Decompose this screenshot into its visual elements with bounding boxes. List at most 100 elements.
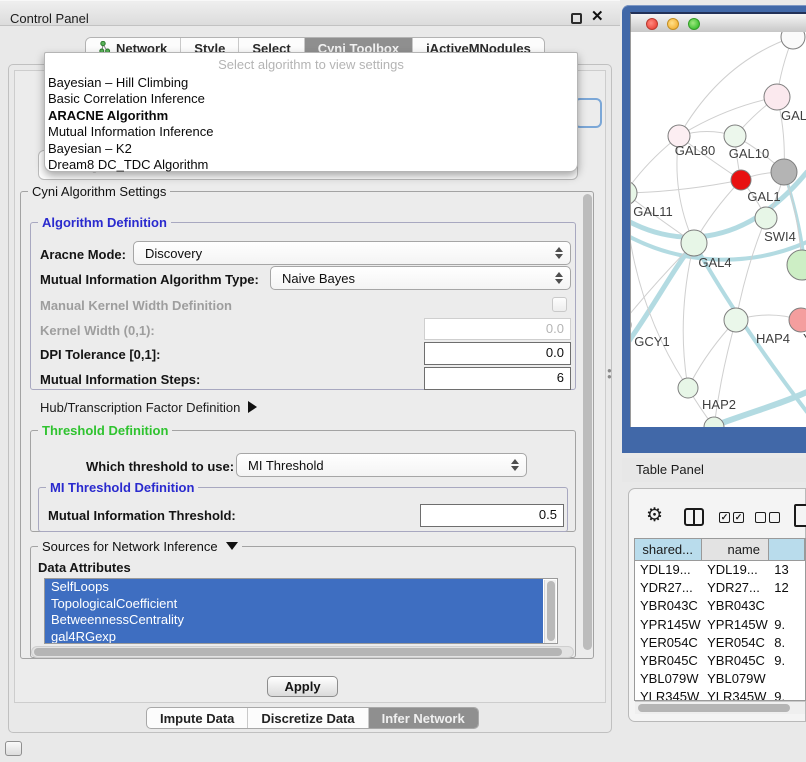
network-node[interactable]	[781, 32, 805, 49]
table-horizontal-scrollbar[interactable]	[635, 701, 805, 714]
table-row[interactable]: YDL19...YDL19...13	[635, 561, 805, 579]
close-panel-icon[interactable]: ✕	[591, 8, 604, 26]
column-header[interactable]	[769, 539, 805, 560]
apply-button[interactable]: Apply	[267, 676, 338, 697]
algorithm-option-list: Bayesian – Hill ClimbingBasic Correlatio…	[45, 75, 577, 173]
aracne-mode-select[interactable]: Discovery	[133, 241, 571, 265]
panel-divider-handle[interactable]: ●●	[607, 368, 613, 380]
network-node[interactable]	[755, 207, 777, 229]
network-node-label: HAP4	[756, 331, 790, 346]
table-row[interactable]: YER054CYER054C8.	[635, 634, 805, 652]
algorithm-option[interactable]: ARACNE Algorithm	[45, 108, 577, 124]
network-node-label: GAL4	[698, 255, 731, 270]
hub-section-toggle[interactable]: Hub/Transcription Factor Definition	[40, 400, 257, 415]
algorithm-option[interactable]: Bayesian – Hill Climbing	[45, 75, 577, 91]
cyni-algorithm-settings-title: Cyni Algorithm Settings	[28, 185, 170, 198]
manual-kernel-checkbox[interactable]	[552, 297, 567, 312]
data-attribute-item[interactable]: gal4RGexp	[45, 629, 543, 645]
table-cell: 9.	[769, 688, 805, 701]
network-node[interactable]	[724, 308, 748, 332]
network-node[interactable]	[789, 308, 806, 332]
hidden-combo-focus-ring	[574, 98, 602, 128]
table-cell: 9.	[769, 616, 805, 634]
table-row[interactable]: YLR345WYLR345W9.	[635, 688, 805, 701]
table-row[interactable]: YPR145WYPR145W9.	[635, 616, 805, 634]
tab-impute-data[interactable]: Impute Data	[147, 708, 248, 728]
table-row[interactable]: YBR045CYBR045C9.	[635, 652, 805, 670]
tab-infer-network[interactable]: Infer Network	[369, 708, 478, 728]
zoom-window-icon[interactable]	[688, 18, 700, 30]
algorithm-dropdown-popup: Select algorithm to view settings Bayesi…	[44, 52, 578, 172]
table-cell: YDL19...	[635, 561, 702, 579]
network-node[interactable]	[731, 170, 751, 190]
tab-discretize-data[interactable]: Discretize Data	[248, 708, 368, 728]
export-table-icon[interactable]	[794, 504, 806, 527]
close-window-icon[interactable]	[646, 18, 658, 30]
sources-hscrollbar-thumb[interactable]	[34, 648, 562, 656]
restore-panel-button[interactable]	[5, 741, 22, 756]
algorithm-option[interactable]: Bayesian – K2	[45, 141, 577, 157]
column-header[interactable]: shared...	[635, 539, 702, 560]
network-node[interactable]	[771, 159, 797, 185]
table-row[interactable]: YBR043CYBR043C	[635, 597, 805, 615]
table-cell: YDR27...	[702, 579, 769, 597]
network-node-label: GAL1	[747, 189, 780, 204]
network-node[interactable]	[787, 250, 806, 280]
settings-scrollbar[interactable]	[581, 193, 594, 657]
table-cell: YPR145W	[635, 616, 702, 634]
algorithm-option[interactable]: Mutual Information Inference	[45, 124, 577, 140]
attributes-scrollbar-thumb[interactable]	[547, 581, 555, 641]
collapsed-arrow-icon	[248, 401, 257, 413]
table-row[interactable]: YBL079WYBL079W	[635, 670, 805, 688]
table-header-row: shared...name	[635, 539, 805, 561]
checked-box-icon: ✓	[719, 512, 730, 523]
algorithm-option[interactable]: Dream8 DC_TDC Algorithm	[45, 157, 577, 173]
show-columns-icon[interactable]	[684, 508, 704, 526]
network-node-label: GAL	[781, 108, 806, 123]
mi-steps-field[interactable]: 6	[424, 367, 571, 390]
network-node-label: GAL11	[633, 204, 673, 219]
kernel-width-field[interactable]: 0.0	[424, 318, 571, 340]
network-node[interactable]	[724, 125, 746, 147]
attributes-scrollbar[interactable]	[544, 580, 556, 643]
table-cell: 8.	[769, 634, 805, 652]
settings-scrollbar-thumb[interactable]	[583, 194, 592, 650]
minimize-window-icon[interactable]	[667, 18, 679, 30]
algorithm-dropdown-placeholder: Select algorithm to view settings	[45, 57, 577, 72]
network-canvas[interactable]: GALGAL80GAL10GAL1SWI4GAL11GAL4GCY1HAP4YH…	[631, 32, 806, 427]
data-attributes-label: Data Attributes	[38, 560, 131, 575]
network-node-label: GAL10	[729, 146, 769, 161]
mi-threshold-group-title: MI Threshold Definition	[46, 481, 198, 494]
which-threshold-select[interactable]: MI Threshold	[236, 453, 527, 477]
sources-group-toggle[interactable]: Sources for Network Inference	[38, 540, 242, 553]
which-threshold-label: Which threshold to use:	[86, 459, 234, 474]
unchecked-box-icon	[769, 512, 780, 523]
select-all-columns-icon[interactable]: ✓✓	[719, 512, 744, 523]
table-hscrollbar-thumb[interactable]	[638, 704, 790, 712]
threshold-definition-title: Threshold Definition	[38, 424, 172, 437]
network-node[interactable]	[678, 378, 698, 398]
network-window-titlebar[interactable]	[630, 12, 806, 32]
table-settings-gear-icon[interactable]: ⚙	[646, 505, 663, 527]
table-cell: YDL19...	[702, 561, 769, 579]
mi-threshold-field[interactable]: 0.5	[420, 504, 564, 527]
algorithm-option[interactable]: Basic Correlation Inference	[45, 91, 577, 107]
dpi-tolerance-field[interactable]: 0.0	[424, 342, 571, 365]
sources-horizontal-scrollbar[interactable]	[31, 646, 574, 658]
column-header[interactable]: name	[702, 539, 769, 560]
bottom-tabs: Impute Data Discretize Data Infer Networ…	[146, 707, 479, 729]
float-panel-button[interactable]	[571, 13, 582, 24]
table-cell: YER054C	[635, 634, 702, 652]
mi-type-select[interactable]: Naive Bayes	[270, 266, 571, 290]
data-attribute-item[interactable]: BetweennessCentrality	[45, 612, 543, 629]
network-view-container: GALGAL80GAL10GAL1SWI4GAL11GAL4GCY1HAP4YH…	[630, 32, 806, 427]
network-node[interactable]	[704, 417, 724, 427]
data-attribute-item[interactable]: TopologicalCoefficient	[45, 596, 543, 613]
table-row[interactable]: YDR27...YDR27...12	[635, 579, 805, 597]
table-cell: YBR045C	[702, 652, 769, 670]
data-attributes-list[interactable]: SelfLoopsTopologicalCoefficientBetweenne…	[44, 578, 558, 644]
network-node[interactable]	[764, 84, 790, 110]
data-attribute-item[interactable]: SelfLoops	[45, 579, 543, 596]
unselect-all-columns-icon[interactable]	[755, 512, 780, 523]
network-node[interactable]	[681, 230, 707, 256]
